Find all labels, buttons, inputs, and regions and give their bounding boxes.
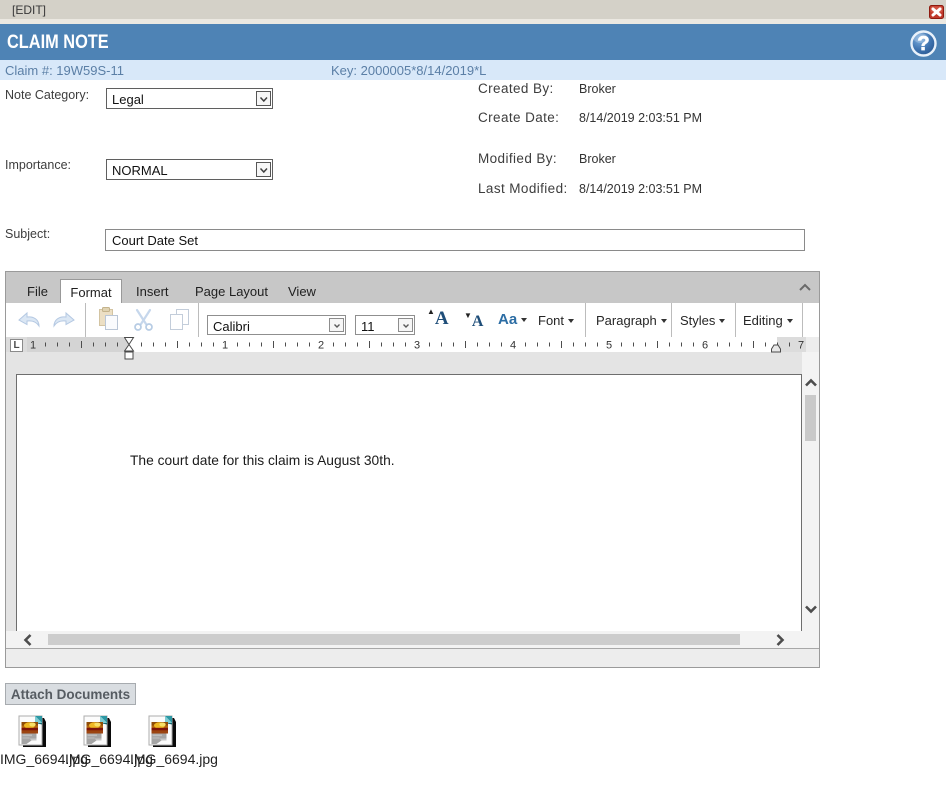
svg-text:7: 7 [798, 340, 804, 352]
svg-text:4: 4 [510, 340, 516, 352]
svg-text:1: 1 [30, 340, 36, 352]
svg-text:2: 2 [318, 340, 324, 352]
svg-text:3: 3 [414, 340, 420, 352]
svg-text:?: ? [917, 33, 929, 55]
svg-text:1: 1 [222, 340, 228, 352]
svg-text:6: 6 [702, 340, 708, 352]
svg-text:5: 5 [606, 340, 612, 352]
